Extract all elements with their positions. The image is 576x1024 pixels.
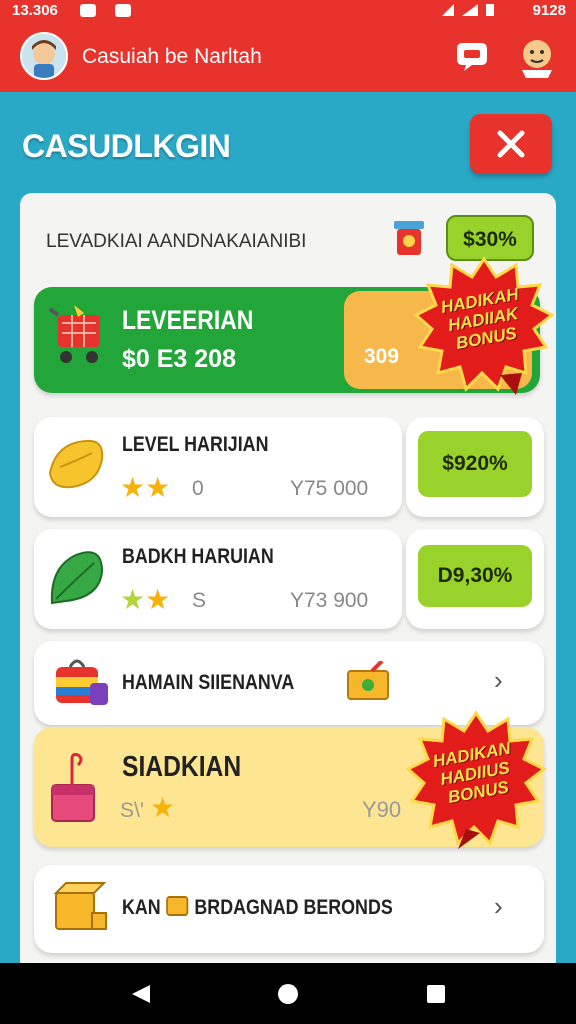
status-time: 13.306 xyxy=(12,2,58,19)
item-count: S xyxy=(192,589,207,612)
box-icon xyxy=(53,882,107,930)
notification-icon xyxy=(80,4,96,17)
featured-value: 309 xyxy=(364,345,400,368)
item-badge-card[interactable]: $920% xyxy=(406,417,544,517)
link-title-rest: BRDAGNAD BERONDS xyxy=(194,896,393,919)
home-icon[interactable] xyxy=(277,983,299,1005)
featured-title: LEVEERIAN xyxy=(122,305,254,335)
panel-header-label: LEVADKIAI AANDNAKAIANIBI xyxy=(46,231,307,252)
chevron-right-icon: › xyxy=(494,891,503,921)
recents-icon[interactable] xyxy=(426,984,446,1004)
list-item[interactable]: BADKH HARUIAN ★★ S Y73 900 xyxy=(34,529,402,629)
signal-icon xyxy=(442,4,494,16)
item-amount: Y75 000 xyxy=(290,477,369,500)
back-icon[interactable] xyxy=(130,983,152,1005)
featured-amount: $0 E3 208 xyxy=(122,345,236,373)
rating-stars: ★★ xyxy=(120,472,171,503)
rating-stars: ★★ xyxy=(120,584,171,615)
app-bar: Casuiah be Narltah xyxy=(0,22,576,92)
ticket-icon xyxy=(166,896,189,916)
item-amount: Y73 900 xyxy=(290,589,369,612)
message-icon xyxy=(115,4,131,17)
bonus-title: SIADKIAN xyxy=(122,751,242,783)
avatar-face-icon xyxy=(22,34,66,78)
link-title: HAMAIN SIIENANVA xyxy=(122,671,295,694)
item-title: LEVEL HARIJIAN xyxy=(122,433,269,456)
gift-icon xyxy=(51,753,95,822)
page-title: CASUDLKGIN xyxy=(22,128,231,164)
item-count: 0 xyxy=(192,477,204,500)
rating-stars: ★ xyxy=(150,792,176,823)
list-item[interactable]: LEVEL HARIJIAN ★★ 0 Y75 000 xyxy=(34,417,402,517)
wallet-icon xyxy=(347,661,389,700)
status-clock: 9128 xyxy=(532,2,566,19)
leaf-icon xyxy=(50,551,104,605)
rewards-panel: LEVADKIAI AANDNAKAIANIBI $30% LEVEERIAN … xyxy=(20,193,556,973)
item-title: BADKH HARUIAN xyxy=(122,545,274,568)
link-title: KAN BRDAGNAD BERONDS xyxy=(122,895,393,920)
app-title: Casuiah be Narltah xyxy=(82,45,262,68)
chevron-right-icon: › xyxy=(494,665,503,695)
backpack-icon xyxy=(56,659,108,705)
chat-icon[interactable] xyxy=(456,42,488,72)
item-badge-card[interactable]: D9,30% xyxy=(406,529,544,629)
close-button[interactable] xyxy=(470,114,552,174)
character-icon[interactable] xyxy=(516,36,558,78)
navigation-bar xyxy=(0,963,576,1024)
item-badge[interactable]: $920% xyxy=(418,431,532,497)
avatar[interactable] xyxy=(20,32,68,80)
close-icon xyxy=(497,130,525,158)
cart-icon xyxy=(48,305,100,363)
link-row[interactable]: KAN BRDAGNAD BERONDS › xyxy=(34,865,544,953)
bonus-amount: Y90 xyxy=(362,797,402,822)
cheese-icon xyxy=(48,439,104,489)
status-bar: 13.306 9128 xyxy=(0,0,576,22)
link-title-prefix: KAN xyxy=(122,896,161,919)
bonus-count: S\' xyxy=(120,799,144,822)
item-badge[interactable]: D9,30% xyxy=(418,545,532,607)
